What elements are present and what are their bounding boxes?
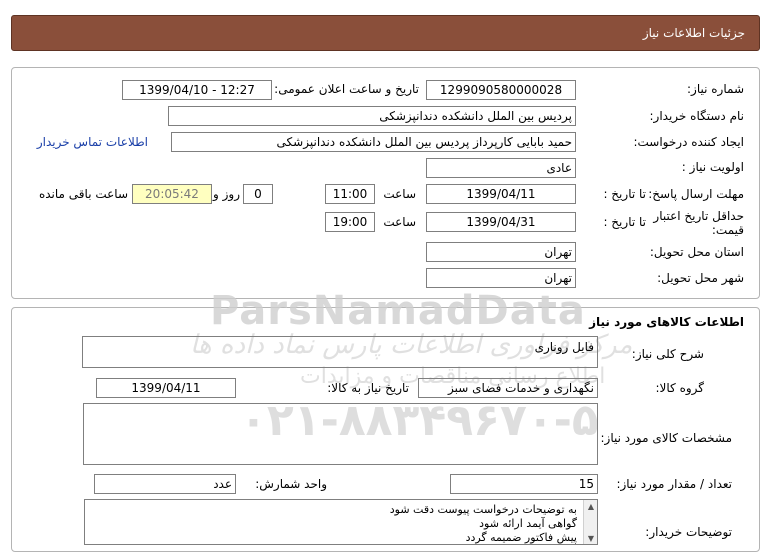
scroll-up-icon[interactable]: ▲ <box>586 502 596 512</box>
requester-field: حمید بابایی کارپرداز پردیس بین الملل دان… <box>171 132 576 152</box>
days-label: روز و <box>213 187 240 201</box>
need-number-field: 1299090580000028 <box>426 80 576 100</box>
requester-label: ایجاد کننده درخواست: <box>633 135 744 149</box>
need-number-label: شماره نیاز: <box>687 82 744 96</box>
scroll-down-icon[interactable]: ▼ <box>586 534 596 544</box>
buyer-org-field: پردیس بین الملل دانشکده دندانپزشکی <box>168 106 576 126</box>
notes-scrollbar[interactable]: ▲ ▼ <box>583 500 597 544</box>
priority-field: عادی <box>426 158 576 178</box>
watermark-text: ParsNamadData <box>210 288 586 334</box>
buyer-org-label: نام دستگاه خریدار: <box>649 109 745 123</box>
buyer-notes-label: توضیحات خریدار: <box>645 525 732 539</box>
days-field: 0 <box>243 184 273 204</box>
buyer-contact-link[interactable]: اطلاعات تماس خریدار <box>37 135 148 149</box>
goods-section-title: اطلاعات کالاهای مورد نیاز <box>589 315 744 329</box>
page-title: جزئیات اطلاعات نیاز <box>642 26 745 40</box>
deadline-label: مهلت ارسال پاسخ: <box>648 187 744 201</box>
need-date-label: تاریخ نیاز به کالا: <box>327 381 409 395</box>
specs-label: مشخصات کالای مورد نیاز: <box>600 431 732 445</box>
validity-time-field: 19:00 <box>325 212 375 232</box>
province-field: تهران <box>426 242 576 262</box>
announce-field: 1399/04/10 - 12:27 <box>122 80 272 100</box>
page-header: جزئیات اطلاعات نیاز <box>11 15 760 51</box>
buyer-note-line: به توضیحات درخواست پیوست دقت شود <box>389 503 577 516</box>
deadline-date-field: 1399/04/11 <box>426 184 576 204</box>
validity-to-date-label: تا تاریخ : <box>603 215 646 229</box>
buyer-notes-box[interactable]: به توضیحات درخواست پیوست دقت شود گواهی آ… <box>84 499 598 545</box>
remaining-time-field: 20:05:42 <box>132 184 212 204</box>
summary-label: شرح کلی نیاز: <box>631 347 704 361</box>
summary-field: فایل روناری <box>82 336 598 368</box>
group-label: گروه کالا: <box>655 381 705 395</box>
validity-date-field: 1399/04/31 <box>426 212 576 232</box>
buyer-note-line: پیش فاکتور ضمیمه گردد <box>465 531 577 544</box>
province-label: استان محل تحویل: <box>649 245 744 259</box>
need-info-panel <box>11 67 760 299</box>
remaining-label: ساعت باقی مانده <box>38 187 128 201</box>
unit-field: عدد <box>94 474 236 494</box>
qty-field: 15 <box>450 474 598 494</box>
priority-label: اولویت نیاز : <box>681 160 744 174</box>
city-field: تهران <box>426 268 576 288</box>
announce-label: تاریخ و ساعت اعلان عمومی: <box>274 82 419 96</box>
group-field: نگهداری و خدمات فضای سبز <box>418 378 598 398</box>
deadline-to-date-label: تا تاریخ : <box>603 187 646 201</box>
validity-label: حداقل تاریخ اعتبار قیمت: <box>653 209 744 237</box>
deadline-time-label: ساعت <box>383 187 416 201</box>
city-label: شهر محل تحویل: <box>657 271 744 285</box>
specs-field <box>83 403 598 465</box>
validity-time-label: ساعت <box>383 215 416 229</box>
need-date-field: 1399/04/11 <box>96 378 236 398</box>
qty-label: تعداد / مقدار مورد نیاز: <box>616 477 732 491</box>
unit-label: واحد شمارش: <box>255 477 327 491</box>
deadline-time-field: 11:00 <box>325 184 375 204</box>
buyer-note-line: گواهی آیمد ارائه شود <box>479 517 577 530</box>
